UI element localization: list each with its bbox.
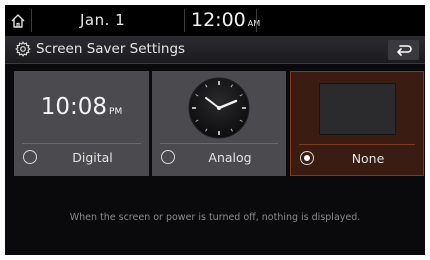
page-title: Screen Saver Settings (36, 41, 186, 57)
option-analog[interactable]: Analog (152, 71, 286, 176)
option-label: Analog (208, 150, 252, 165)
title-bar: Screen Saver Settings (5, 36, 425, 64)
option-none[interactable]: None (290, 71, 424, 176)
info-message: When the screen or power is turned off, … (69, 212, 361, 223)
option-digital[interactable]: 10:08 PM Digital (14, 71, 149, 176)
option-divider (160, 143, 278, 144)
home-button[interactable] (5, 5, 31, 36)
analog-clock-icon (188, 77, 250, 139)
clock-ampm: AM (247, 19, 261, 28)
digital-clock-preview: 10:08 PM (14, 94, 149, 120)
option-label: Digital (72, 150, 113, 165)
clock-time: 12:00 (191, 9, 246, 31)
screen: Jan. 1 12:00 AM Screen Saver Settings 10:… (5, 5, 425, 255)
date-display: Jan. 1 (80, 11, 126, 29)
digital-preview-ampm: PM (109, 107, 123, 117)
status-bar: Jan. 1 12:00 AM (5, 5, 425, 36)
status-divider (256, 9, 257, 32)
option-label: None (351, 151, 385, 166)
option-divider (22, 143, 141, 144)
back-arrow-icon (396, 45, 412, 56)
home-icon (11, 13, 25, 28)
digital-preview-time: 10:08 (40, 94, 108, 120)
option-divider (299, 144, 415, 145)
back-button[interactable] (388, 40, 419, 60)
status-divider (31, 9, 32, 32)
gear-icon (15, 41, 31, 57)
clock-display: 12:00 AM (191, 9, 260, 31)
status-divider (184, 9, 185, 32)
blank-screen-preview (319, 83, 396, 135)
